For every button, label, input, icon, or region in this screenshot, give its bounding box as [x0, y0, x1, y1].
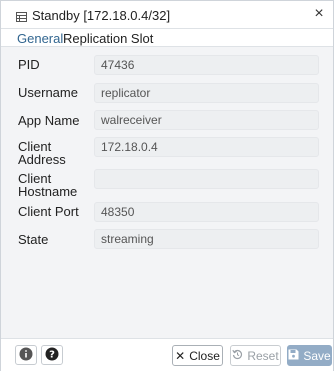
close-button[interactable]: ✕ Close: [172, 345, 223, 366]
dialog-titlebar: Standby [172.18.0.4/32] ×: [1, 1, 333, 29]
help-icon: ?: [45, 347, 59, 364]
save-button[interactable]: Save: [287, 345, 332, 366]
client-hostname-field[interactable]: [94, 169, 319, 189]
help-button[interactable]: ?: [41, 345, 63, 365]
client-port-field[interactable]: 48350: [94, 202, 319, 222]
dialog-footer: ? ✕ Close Reset Save: [1, 338, 333, 371]
tab-bar: General Replication Slot: [1, 29, 333, 49]
info-icon: [19, 347, 33, 364]
username-label: Username: [18, 85, 78, 100]
client-hostname-label: Client Hostname: [18, 171, 78, 199]
client-port-label: Client Port: [18, 204, 79, 219]
svg-text:?: ?: [49, 349, 55, 360]
app-name-field[interactable]: walreceiver: [94, 110, 319, 130]
state-label: State: [18, 232, 49, 247]
tab-replication-slot[interactable]: Replication Slot: [63, 31, 153, 46]
table-icon: [16, 10, 27, 22]
username-field[interactable]: replicator: [94, 83, 319, 103]
close-icon[interactable]: ×: [310, 5, 328, 23]
general-panel: PID 47436 Username replicator App Name w…: [1, 47, 333, 338]
save-button-label: Save: [303, 348, 331, 363]
app-name-label: App Name: [18, 113, 80, 128]
reset-button-label: Reset: [247, 348, 279, 363]
tab-general[interactable]: General: [12, 31, 68, 49]
close-icon: ✕: [175, 348, 186, 363]
close-button-label: Close: [189, 348, 220, 363]
pid-label: PID: [18, 57, 40, 72]
state-field[interactable]: streaming: [94, 229, 319, 249]
dialog-title: Standby [172.18.0.4/32]: [32, 8, 171, 23]
info-button[interactable]: [15, 345, 37, 365]
reset-button[interactable]: Reset: [230, 345, 281, 366]
pid-field[interactable]: 47436: [94, 55, 319, 75]
standby-dialog: Standby [172.18.0.4/32] × General Replic…: [0, 0, 334, 371]
save-icon: [288, 349, 299, 363]
reset-icon: [232, 349, 243, 363]
client-address-label: Client Address: [18, 139, 66, 167]
client-address-field[interactable]: 172.18.0.4: [94, 137, 319, 157]
